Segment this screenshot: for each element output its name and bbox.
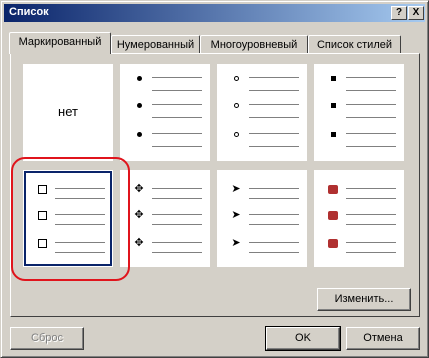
bullet-style-arrowhead[interactable]: ➤ ➤ ➤ [217, 170, 307, 267]
filled-square-icon [326, 98, 340, 112]
hollow-circle-icon [229, 98, 243, 112]
help-button[interactable]: ? [391, 6, 407, 20]
filled-dot-icon [132, 98, 146, 112]
bullet-style-dot[interactable] [120, 64, 210, 161]
hollow-circle-icon [229, 71, 243, 85]
bullet-style-square[interactable] [314, 64, 404, 161]
tab-label: Многоуровневый [210, 39, 298, 51]
bullet-style-box-selected[interactable] [23, 170, 113, 267]
tab-bulleted[interactable]: Маркированный [9, 32, 111, 54]
ok-button[interactable]: OK [265, 326, 341, 351]
cancel-button[interactable]: Отмена [346, 327, 420, 350]
tab-panel-bulleted: нет ✥ ✥ ✥ ➤ ➤ ➤ Изменить... [10, 53, 420, 317]
bullet-style-none[interactable]: нет [23, 64, 113, 161]
window-title: Список [9, 6, 49, 18]
filled-dot-icon [132, 127, 146, 141]
filled-square-icon [326, 71, 340, 85]
tab-numbered[interactable]: Нумерованный [111, 35, 200, 54]
title-bar[interactable]: Список ? X [4, 4, 425, 22]
tab-outline-numbered[interactable]: Многоуровневый [200, 35, 308, 54]
filled-square-icon [326, 127, 340, 141]
bullet-style-picture[interactable] [314, 170, 404, 267]
bullet-style-circle[interactable] [217, 64, 307, 161]
hollow-circle-icon [229, 127, 243, 141]
tab-label: Нумерованный [116, 39, 195, 51]
modify-button[interactable]: Изменить... [317, 288, 411, 311]
bullets-and-numbering-dialog: Список ? X Маркированный Нумерованный Мн… [0, 0, 429, 358]
filled-dot-icon [132, 71, 146, 85]
bullet-style-four-diamond[interactable]: ✥ ✥ ✥ [120, 170, 210, 267]
reset-button[interactable]: Сброс [10, 327, 84, 350]
none-label: нет [58, 104, 78, 119]
tab-label: Список стилей [316, 39, 393, 51]
close-button[interactable]: X [408, 6, 424, 20]
tab-label: Маркированный [18, 36, 102, 48]
tab-list-styles[interactable]: Список стилей [308, 35, 401, 54]
